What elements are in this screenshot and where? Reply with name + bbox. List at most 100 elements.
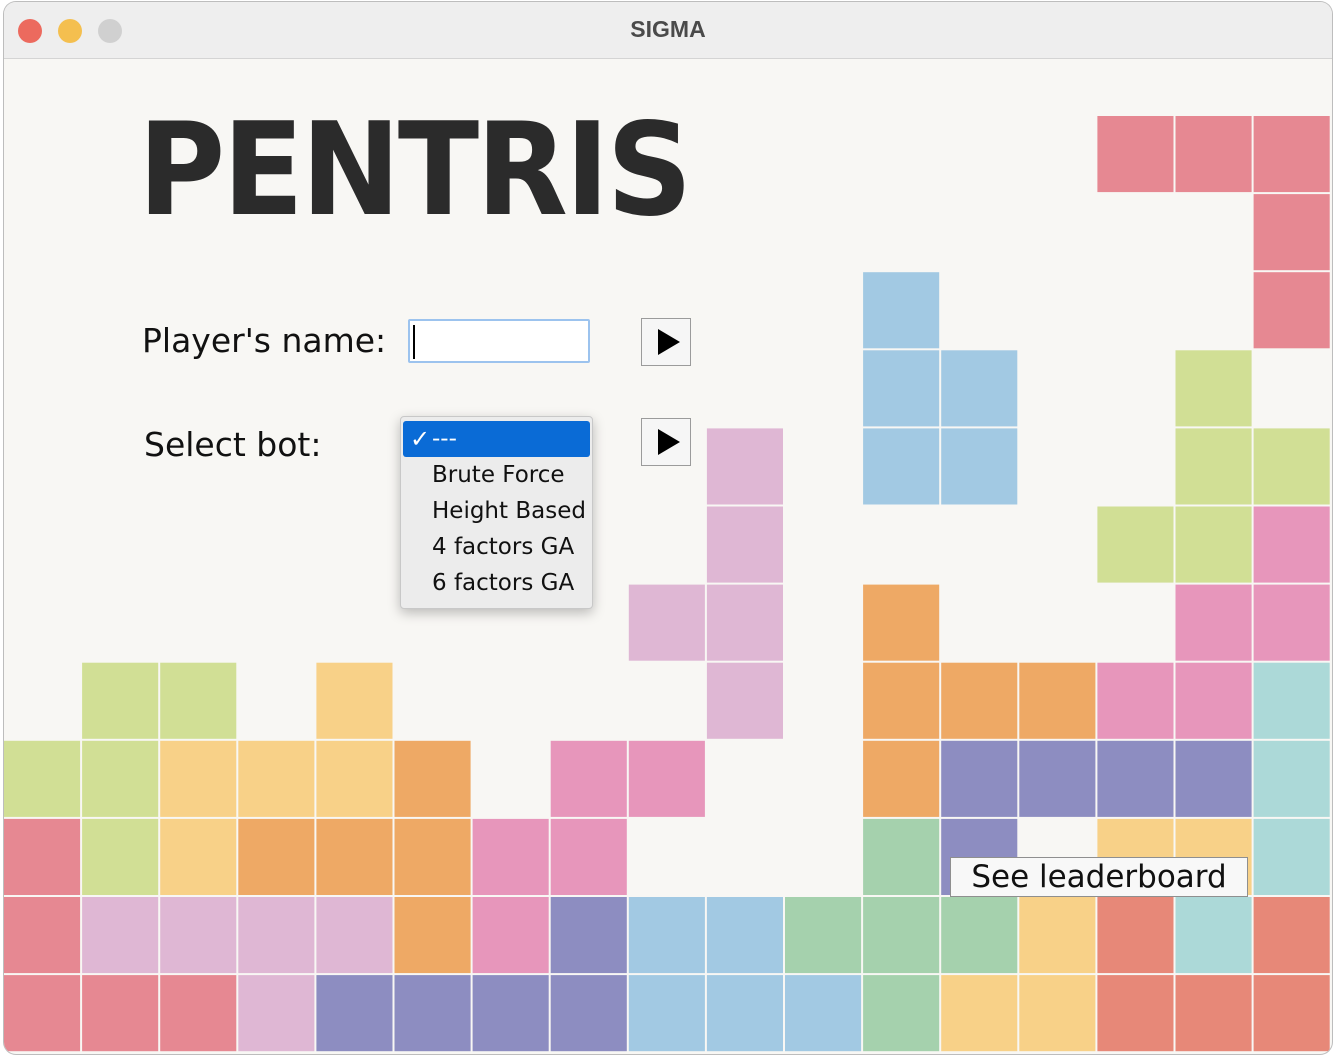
board-cell (160, 662, 237, 739)
board-cell (394, 740, 471, 817)
board-cell (550, 897, 627, 974)
board-cell (1019, 740, 1096, 817)
board-cell (82, 897, 159, 974)
board-cell (863, 272, 940, 349)
board-cell (82, 818, 159, 895)
board-cell (238, 740, 315, 817)
board-cell (785, 897, 862, 974)
board-cell (1253, 818, 1330, 895)
board-cell (785, 975, 862, 1052)
board-cell (706, 975, 783, 1052)
board-cell (1253, 584, 1330, 661)
start-bot-game-button[interactable] (641, 418, 691, 466)
checkmark-icon: ✓ (410, 425, 431, 453)
board-cell (1097, 662, 1174, 739)
board-cell (863, 350, 940, 427)
board-cell (1253, 975, 1330, 1052)
board-cell (1019, 975, 1096, 1052)
board-cell (1175, 116, 1252, 193)
board-cell (4, 975, 81, 1052)
play-icon (657, 429, 680, 455)
board-cell (316, 662, 393, 739)
board-cell (472, 897, 549, 974)
board-cell (941, 350, 1018, 427)
board-cell (1175, 897, 1252, 974)
bot-select-dropdown[interactable]: ✓ --- Brute Force Height Based 4 factors GA 6… (400, 416, 593, 609)
board-cell (706, 897, 783, 974)
bot-option[interactable]: ✓ --- (403, 421, 590, 457)
player-name-label: Player's name: (142, 321, 387, 360)
board-cell (316, 740, 393, 817)
board-cell (472, 975, 549, 1052)
start-player-game-button[interactable] (641, 318, 691, 366)
board-cell (941, 740, 1018, 817)
board-cell (863, 428, 940, 505)
board-cell (1175, 350, 1252, 427)
board-cell (1097, 506, 1174, 583)
board-cell (941, 975, 1018, 1052)
board-cell (706, 662, 783, 739)
board-cell (472, 818, 549, 895)
board-cell (4, 740, 81, 817)
board-cell (628, 740, 705, 817)
see-leaderboard-button[interactable]: See leaderboard (950, 857, 1248, 897)
text-cursor (413, 325, 415, 359)
board-cell (1097, 116, 1174, 193)
board-cell (160, 897, 237, 974)
board-cell (394, 975, 471, 1052)
board-cell (706, 506, 783, 583)
board-cell (1253, 662, 1330, 739)
board-cell (863, 897, 940, 974)
player-name-input[interactable] (408, 319, 590, 363)
board-cell (238, 818, 315, 895)
board-cell (160, 975, 237, 1052)
board-cell (628, 975, 705, 1052)
board-cell (1253, 272, 1330, 349)
title-bar: SIGMA (4, 2, 1332, 59)
board-cell (1253, 428, 1330, 505)
play-icon (657, 329, 680, 355)
board-cell (1019, 897, 1096, 974)
board-cell (1097, 975, 1174, 1052)
main-content: PENTRIS Player's name: Select bot: ✓ --- B… (4, 59, 1332, 1054)
board-cell (941, 662, 1018, 739)
board-cell (316, 897, 393, 974)
board-cell (941, 897, 1018, 974)
board-cell (863, 975, 940, 1052)
board-cell (1253, 897, 1330, 974)
board-cell (160, 740, 237, 817)
board-cell (1175, 584, 1252, 661)
board-cell (550, 818, 627, 895)
window-title: SIGMA (630, 16, 706, 42)
board-cell (1019, 662, 1096, 739)
board-cell (1253, 116, 1330, 193)
select-bot-label: Select bot: (144, 425, 322, 464)
bot-option[interactable]: Height Based (401, 493, 592, 529)
board-cell (1253, 506, 1330, 583)
board-cell (1175, 662, 1252, 739)
board-cell (82, 975, 159, 1052)
board-cell (863, 662, 940, 739)
bot-option-label: Brute Force (432, 462, 565, 488)
bot-option[interactable]: 4 factors GA (401, 529, 592, 565)
board-cell (706, 584, 783, 661)
board-cell (706, 428, 783, 505)
bot-option-label: --- (432, 426, 457, 452)
board-cell (82, 740, 159, 817)
board-cell (394, 818, 471, 895)
bot-option[interactable]: Brute Force (401, 457, 592, 493)
board-cell (550, 740, 627, 817)
board-cell (160, 818, 237, 895)
bot-option-label: 6 factors GA (432, 570, 575, 596)
board-cell (863, 818, 940, 895)
board-cell (863, 584, 940, 661)
bot-option-label: Height Based (432, 498, 586, 524)
game-title: PENTRIS (138, 96, 692, 245)
board-cell (4, 897, 81, 974)
board-cell (628, 897, 705, 974)
board-cell (1097, 897, 1174, 974)
board-cell (1253, 194, 1330, 271)
board-cell (316, 818, 393, 895)
board-cell (1097, 740, 1174, 817)
bot-option[interactable]: 6 factors GA (401, 565, 592, 601)
